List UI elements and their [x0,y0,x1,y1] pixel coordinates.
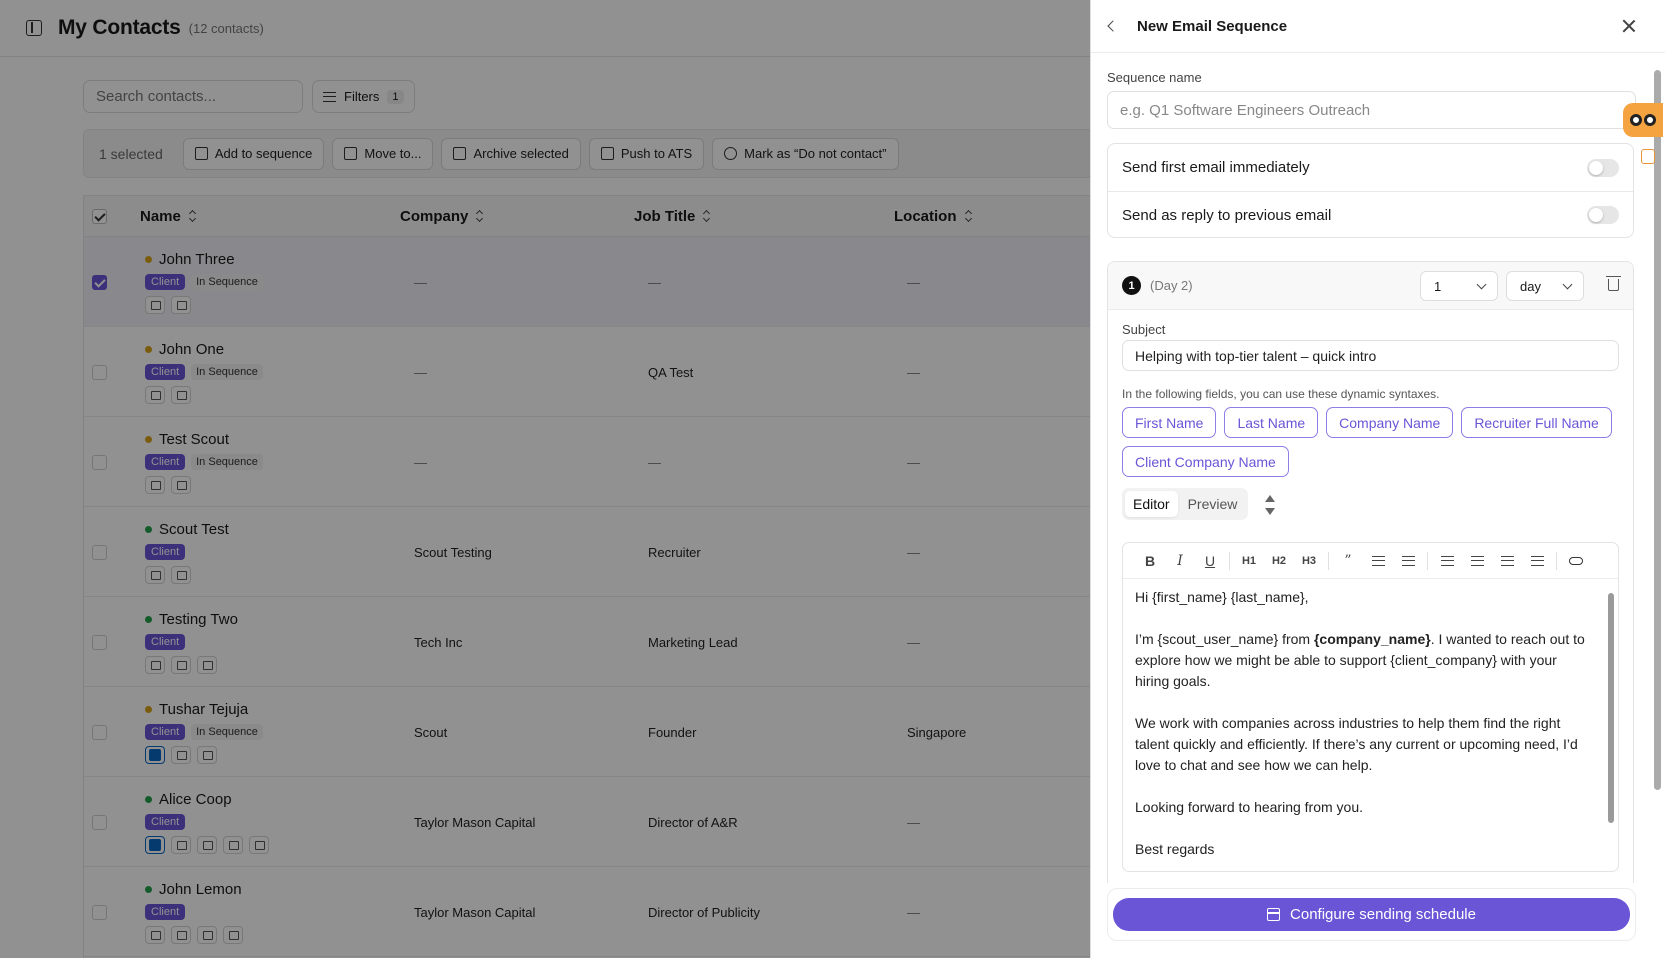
immediate-label: Send first email immediately [1122,159,1310,176]
step-header: 1 (Day 2) 1 day [1108,262,1633,310]
cta-label: Configure sending schedule [1290,906,1476,923]
heading2-icon[interactable]: H2 [1264,549,1294,573]
dynamic-syntax-hint: In the following fields, you can use the… [1122,387,1440,401]
reply-label: Send as reply to previous email [1122,206,1332,224]
body-greeting: Hi {first_name} {last_name}, [1135,589,1309,605]
bold-icon[interactable]: B [1135,549,1165,573]
body-paragraph-3: Looking forward to hearing from you. [1135,799,1364,815]
editor-scrollbar[interactable] [1608,593,1614,823]
step-number: 1 [1122,276,1141,295]
delay-unit-select[interactable]: day [1506,271,1584,301]
ordered-list-icon[interactable] [1363,549,1393,573]
chip-company-name[interactable]: Company Name [1326,407,1454,438]
resize-arrows-icon[interactable] [1264,493,1275,517]
tab-editor[interactable]: Editor [1125,491,1178,517]
toggle-row-reply: Send as reply to previous email [1108,191,1633,238]
email-body-text[interactable]: Hi {first_name} {last_name}, I’m {scout_… [1123,579,1618,860]
send-options: Send first email immediately Send as rep… [1107,143,1634,238]
chip-client-company-name[interactable]: Client Company Name [1122,446,1289,477]
align-left-icon[interactable] [1432,549,1462,573]
editor-toolbar: B I U H1 H2 H3 ” [1123,543,1618,579]
close-icon[interactable] [1621,18,1637,34]
drawer-body: Sequence name Send first email immediate… [1107,53,1636,883]
underline-icon[interactable]: U [1195,549,1225,573]
bullet-list-icon[interactable] [1393,549,1423,573]
drawer-footer: Configure sending schedule [1107,888,1636,941]
tab-preview[interactable]: Preview [1180,491,1246,517]
toggle-row-immediate: Send first email immediately [1108,144,1633,191]
owl-assistant-icon[interactable] [1623,103,1663,137]
chip-recruiter-full-name[interactable]: Recruiter Full Name [1461,407,1612,438]
align-justify-icon[interactable] [1522,549,1552,573]
editor-tabs: Editor Preview [1122,488,1249,520]
heading1-icon[interactable]: H1 [1234,549,1264,573]
body-paragraph-1: I’m {scout_user_name} from {company_name… [1135,631,1585,689]
subject-input[interactable] [1122,340,1619,371]
align-right-icon[interactable] [1492,549,1522,573]
email-step-card: 1 (Day 2) 1 day Subject In the following… [1107,261,1634,883]
note-icon[interactable] [1641,149,1655,164]
body-paragraph-2: We work with companies across industries… [1135,715,1578,773]
calendar-icon [1267,908,1281,921]
chevron-down-icon [1476,279,1487,290]
back-icon[interactable] [1107,20,1119,32]
align-center-icon[interactable] [1462,549,1492,573]
body-signoff: Best regards [1135,841,1215,857]
drawer-scrollbar[interactable] [1654,70,1661,790]
immediate-switch[interactable] [1587,158,1619,177]
sequence-name-label: Sequence name [1107,70,1202,85]
link-icon[interactable] [1561,549,1591,573]
subject-label: Subject [1122,322,1166,337]
drawer-title: New Email Sequence [1137,17,1288,35]
step-day: (Day 2) [1150,278,1193,293]
editor-tabs-row: Editor Preview [1122,488,1275,520]
delay-value-select[interactable]: 1 [1420,271,1498,301]
modal-overlay[interactable] [0,0,1090,958]
drawer-header: New Email Sequence [1091,0,1665,53]
reply-switch[interactable] [1587,206,1619,224]
trash-icon[interactable] [1606,276,1621,291]
new-email-sequence-drawer: New Email Sequence Sequence name Send fi… [1090,0,1665,958]
configure-sending-schedule-button[interactable]: Configure sending schedule [1113,898,1630,931]
italic-icon[interactable]: I [1165,549,1195,573]
sequence-name-input[interactable] [1107,91,1636,129]
chip-last-name[interactable]: Last Name [1224,407,1319,438]
dynamic-syntax-chips: First Name Last Name Company Name Recrui… [1122,407,1619,477]
chevron-down-icon [1562,279,1573,290]
chip-first-name[interactable]: First Name [1122,407,1217,438]
email-body-editor: B I U H1 H2 H3 ” Hi {first_name} {last_n… [1122,542,1619,872]
heading3-icon[interactable]: H3 [1294,549,1324,573]
quote-icon[interactable]: ” [1333,549,1363,573]
